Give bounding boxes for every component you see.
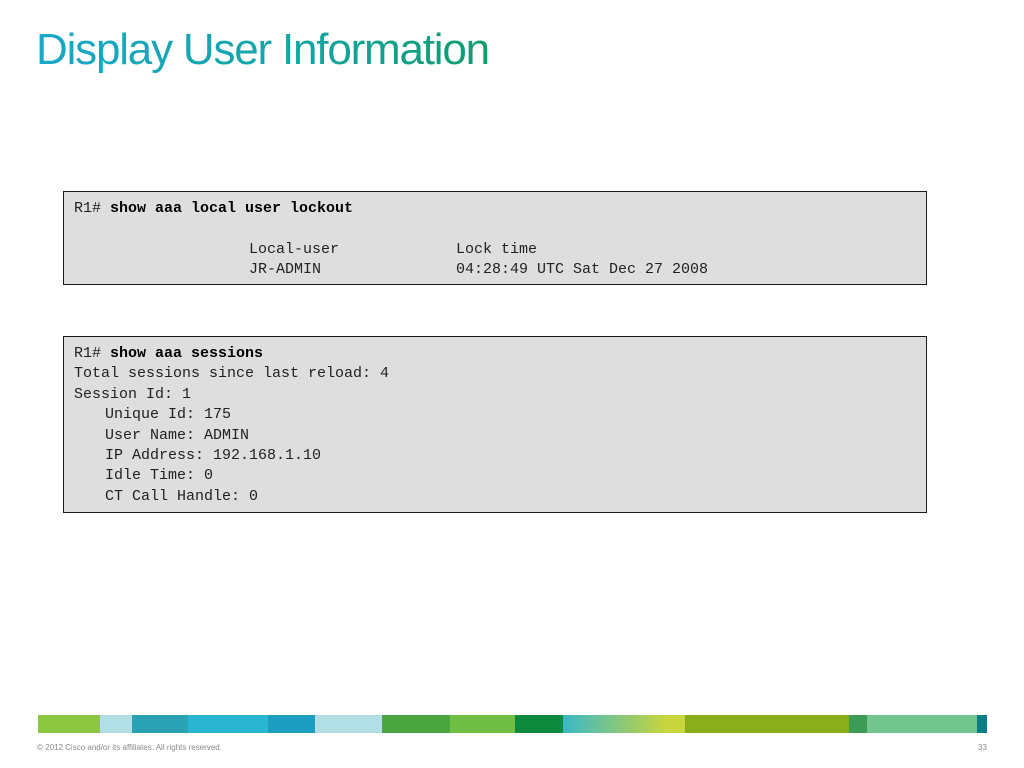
color-bar-segment	[188, 715, 268, 733]
color-bar-segment	[977, 715, 987, 733]
lockout-data-row: JR-ADMIN 04:28:49 UTC Sat Dec 27 2008	[74, 260, 926, 280]
output-line-indented: Idle Time: 0	[105, 467, 214, 485]
footer-color-bar	[38, 715, 987, 733]
lockout-header-row: Local-user Lock time	[74, 240, 926, 260]
color-bar-segment	[697, 715, 849, 733]
page-number: 33	[978, 743, 987, 752]
color-bar-segment	[667, 715, 685, 733]
output-line: Total sessions since last reload: 4	[74, 365, 390, 383]
lockout-command-line: R1# show aaa local user lockout	[74, 199, 926, 219]
color-bar-segment	[132, 715, 188, 733]
color-bar-segment	[563, 715, 667, 733]
color-bar-segment	[315, 715, 382, 733]
color-bar-segment	[515, 715, 563, 733]
output-line: Session Id: 1	[74, 385, 192, 403]
sessions-command-line: R1# show aaa sessions	[74, 344, 926, 364]
header-lock-time: Lock time	[456, 240, 538, 258]
cli-command: show aaa sessions	[110, 345, 264, 362]
output-line-indented: IP Address: 192.168.1.10	[105, 446, 322, 464]
cli-prompt: R1#	[74, 345, 111, 362]
color-bar-segment	[268, 715, 315, 733]
row-local-user: JR-ADMIN	[249, 261, 322, 279]
color-bar-segment	[450, 715, 515, 733]
output-line-indented: Unique Id: 175	[105, 406, 232, 424]
output-line-indented: User Name: ADMIN	[105, 426, 250, 444]
sessions-cli-output: R1# show aaa sessions Total sessions sin…	[63, 336, 927, 513]
cli-command: show aaa local user lockout	[110, 200, 354, 217]
color-bar-segment	[382, 715, 450, 733]
lockout-cli-output: R1# show aaa local user lockout Local-us…	[63, 191, 927, 285]
color-bar-segment	[100, 715, 132, 733]
copyright-text: © 2012 Cisco and/or its affiliates. All …	[37, 743, 222, 752]
color-bar-segment	[38, 715, 100, 733]
output-line-indented: CT Call Handle: 0	[105, 487, 259, 505]
cli-prompt: R1#	[74, 200, 111, 217]
color-bar-segment	[849, 715, 867, 733]
row-lock-time: 04:28:49 UTC Sat Dec 27 2008	[456, 261, 709, 279]
page-title: Display User Information	[36, 22, 490, 78]
color-bar-segment	[685, 715, 697, 733]
header-local-user: Local-user	[249, 240, 340, 258]
color-bar-segment	[867, 715, 977, 733]
